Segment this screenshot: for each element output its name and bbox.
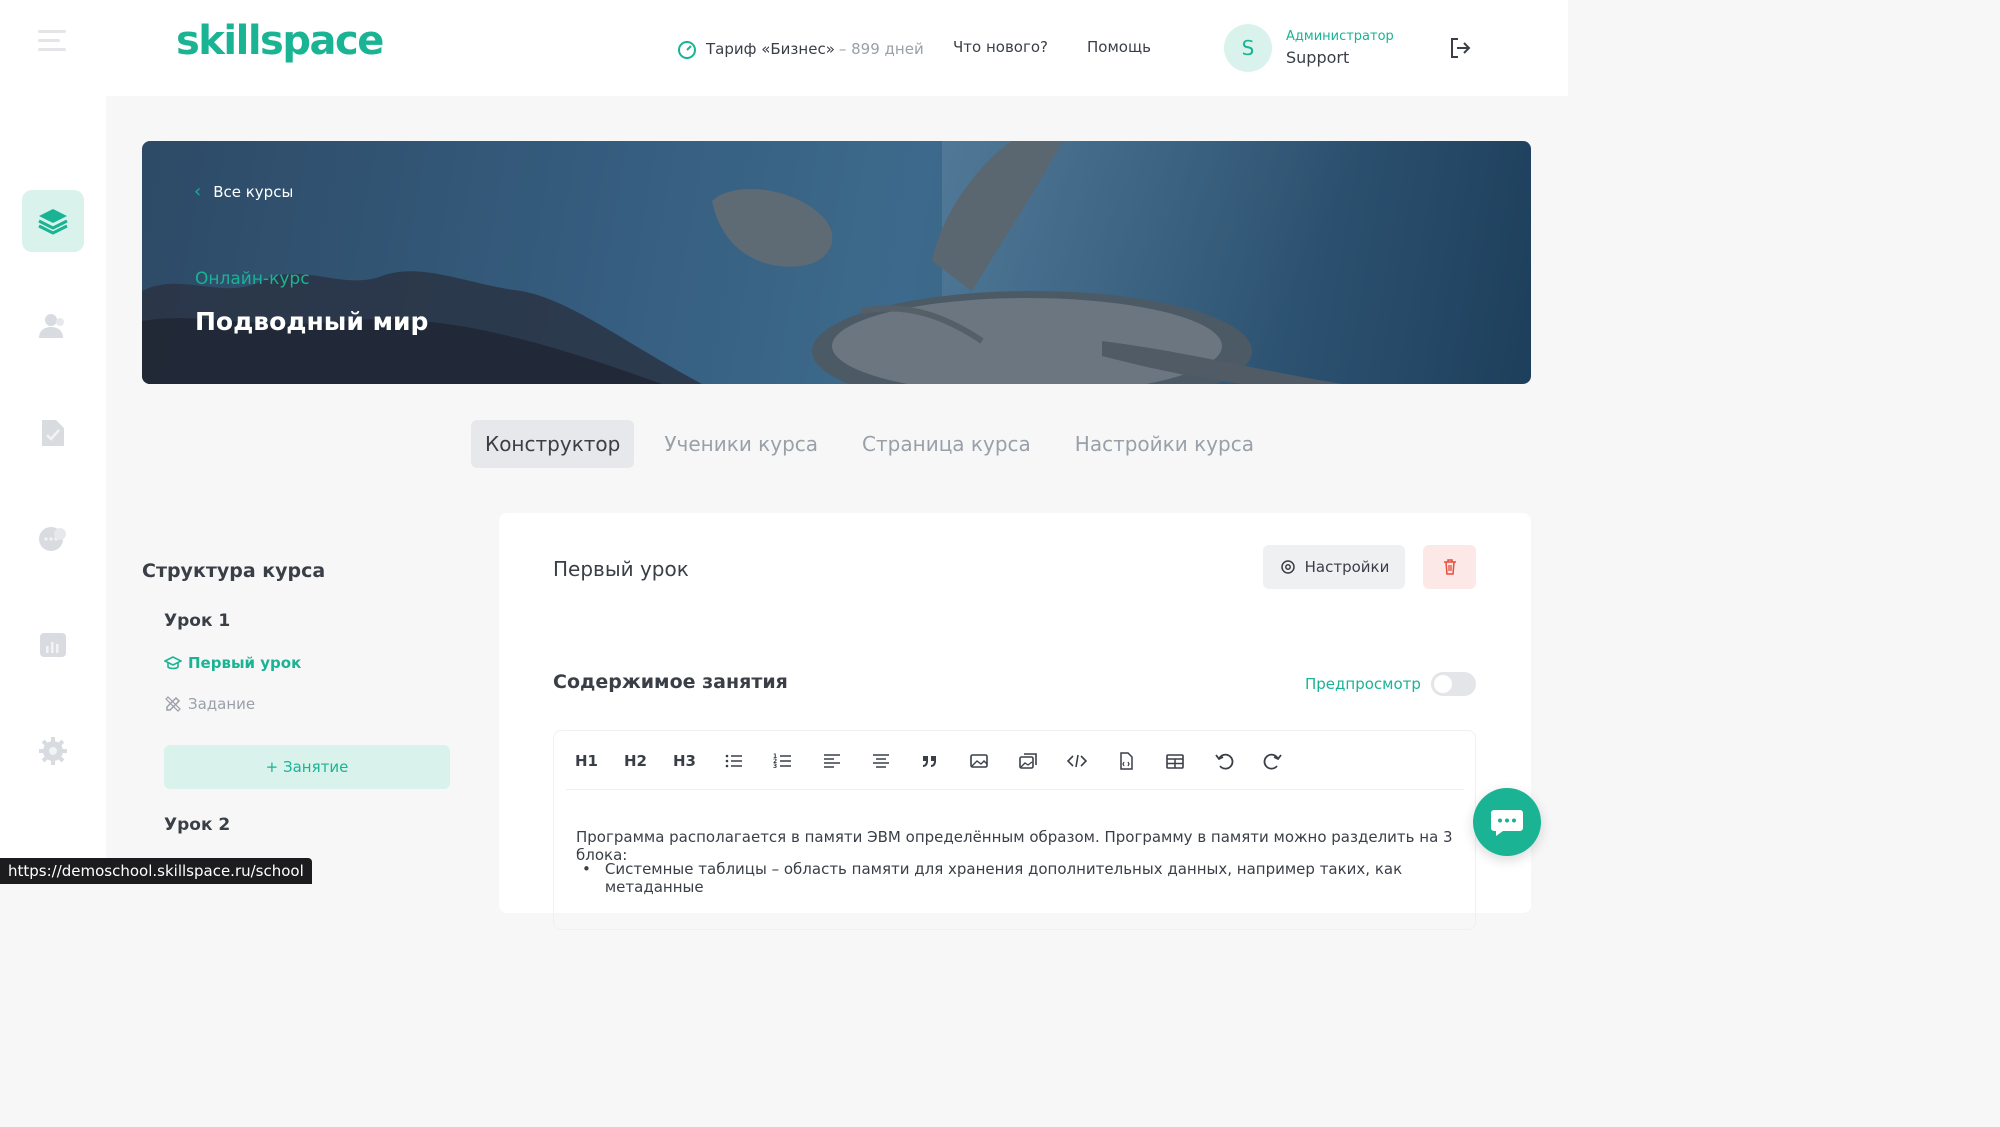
code-icon (1066, 754, 1087, 768)
gear-icon (1280, 560, 1295, 574)
tariff-days: – 899 дней (838, 40, 924, 58)
align-center-icon (872, 754, 889, 768)
table-button[interactable] (1150, 743, 1199, 779)
redo-icon (1263, 753, 1282, 770)
back-label: Все курсы (213, 182, 294, 201)
align-left-icon (823, 754, 840, 768)
lesson-heading[interactable]: Урок 1 (164, 611, 230, 631)
layers-icon (38, 209, 68, 235)
tariff-label: Тариф «Бизнес» (706, 40, 835, 58)
delete-lesson-button[interactable] (1423, 545, 1476, 589)
bullet-dot: • (582, 860, 591, 878)
toolbar-divider (566, 789, 1464, 790)
preview-label: Предпросмотр (1305, 675, 1421, 693)
image-icon (969, 754, 988, 768)
code-button[interactable] (1052, 743, 1101, 779)
sidebar-item-students[interactable] (22, 296, 84, 358)
structure-item-label: Задание (188, 695, 256, 713)
course-kind: Онлайн-курс (195, 269, 310, 289)
course-banner: ‹ Все курсы Онлайн-курс Подводный мир (142, 141, 1531, 384)
gallery-icon (1018, 753, 1037, 769)
sidebar (0, 0, 106, 884)
trash-icon (1443, 559, 1456, 575)
add-lesson-button[interactable]: + Занятие (164, 745, 450, 789)
bulleted-list-button[interactable] (709, 743, 758, 779)
bullet-text: Системные таблицы – область памяти для х… (604, 860, 1403, 896)
chat-bubble-icon (1491, 810, 1523, 836)
gear-icon (39, 737, 67, 765)
whats-new-link[interactable]: Что нового? (953, 38, 1048, 56)
redo-button[interactable] (1248, 743, 1297, 779)
document-check-icon (42, 420, 64, 446)
skillspace-logo[interactable]: skillspace (176, 18, 384, 64)
course-title: Подводный мир (195, 307, 429, 336)
editor-paragraph[interactable]: Программа располагается в памяти ЭВМ опр… (576, 828, 1456, 864)
sidebar-item-analytics[interactable] (22, 614, 84, 676)
speedometer-icon (678, 41, 696, 59)
course-tabs: Конструктор Ученики курса Страница курса… (471, 420, 1284, 468)
sidebar-item-messages[interactable] (22, 508, 84, 570)
chat-support-button[interactable] (1473, 788, 1541, 856)
bulleted-list-icon (725, 754, 742, 768)
user-name[interactable]: Support (1286, 48, 1349, 67)
tab-students[interactable]: Ученики курса (650, 420, 832, 468)
align-left-button[interactable] (807, 743, 856, 779)
structure-item-label: Первый урок (188, 654, 302, 672)
editor-toolbar: H1 H2 H3 123 (562, 743, 1297, 779)
undo-button[interactable] (1199, 743, 1248, 779)
heading3-button[interactable]: H3 (660, 743, 709, 779)
image-button[interactable] (954, 743, 1003, 779)
sidebar-item-settings[interactable] (22, 720, 84, 782)
graduation-cap-icon (164, 656, 182, 670)
lesson-settings-button[interactable]: Настройки (1263, 545, 1405, 589)
preview-toggle[interactable] (1431, 672, 1476, 696)
lesson-name[interactable]: Первый урок (553, 557, 689, 581)
structure-title: Структура курса (142, 560, 326, 582)
quote-button[interactable] (905, 743, 954, 779)
sea-turtle-image (712, 141, 1342, 384)
user-role: Администратор (1286, 29, 1394, 44)
top-header: skillspace Тариф «Бизнес» – 899 дней Что… (106, 0, 1568, 96)
users-icon (39, 314, 64, 338)
editor-bullet-item[interactable]: • Системные таблицы – область памяти для… (582, 860, 1462, 896)
chevron-left-icon: ‹ (194, 181, 202, 202)
svg-text:3: 3 (773, 763, 777, 770)
lesson-heading[interactable]: Урок 2 (164, 815, 230, 835)
logout-icon[interactable] (1446, 34, 1474, 62)
file-button[interactable] (1101, 743, 1150, 779)
tab-course-settings[interactable]: Настройки курса (1061, 420, 1268, 468)
tab-constructor[interactable]: Конструктор (471, 420, 635, 468)
quote-icon (922, 756, 936, 767)
status-url: https://demoschool.skillspace.ru/school (0, 858, 312, 884)
tab-course-page[interactable]: Страница курса (848, 420, 1045, 468)
numbered-list-button[interactable]: 123 (758, 743, 807, 779)
help-link[interactable]: Помощь (1087, 38, 1151, 56)
sidebar-item-homework[interactable] (22, 402, 84, 464)
heading2-button[interactable]: H2 (611, 743, 660, 779)
undo-icon (1214, 753, 1233, 770)
gallery-button[interactable] (1003, 743, 1052, 779)
settings-label: Настройки (1304, 558, 1390, 576)
rich-text-editor[interactable]: H1 H2 H3 123 Программа располагается в п… (553, 730, 1476, 930)
chart-icon (40, 633, 66, 657)
structure-item-first-lesson[interactable]: Первый урок (164, 654, 301, 672)
file-icon (1119, 752, 1133, 770)
align-center-button[interactable] (856, 743, 905, 779)
content-title: Содержимое занятия (553, 671, 788, 693)
tariff-info[interactable]: Тариф «Бизнес» – 899 дней (676, 38, 924, 60)
avatar[interactable]: S (1224, 24, 1272, 72)
structure-item-assignment[interactable]: Задание (164, 695, 255, 713)
sidebar-item-courses[interactable] (22, 190, 84, 252)
pencil-ruler-icon (165, 696, 181, 712)
menu-icon[interactable] (38, 30, 68, 58)
back-to-courses-link[interactable]: ‹ Все курсы (194, 181, 293, 202)
table-icon (1165, 754, 1184, 769)
heading1-button[interactable]: H1 (562, 743, 611, 779)
chat-icon (39, 527, 66, 551)
lesson-editor-card: Первый урок Настройки Содержимое занятия… (499, 513, 1531, 930)
numbered-list-icon: 123 (773, 753, 791, 770)
